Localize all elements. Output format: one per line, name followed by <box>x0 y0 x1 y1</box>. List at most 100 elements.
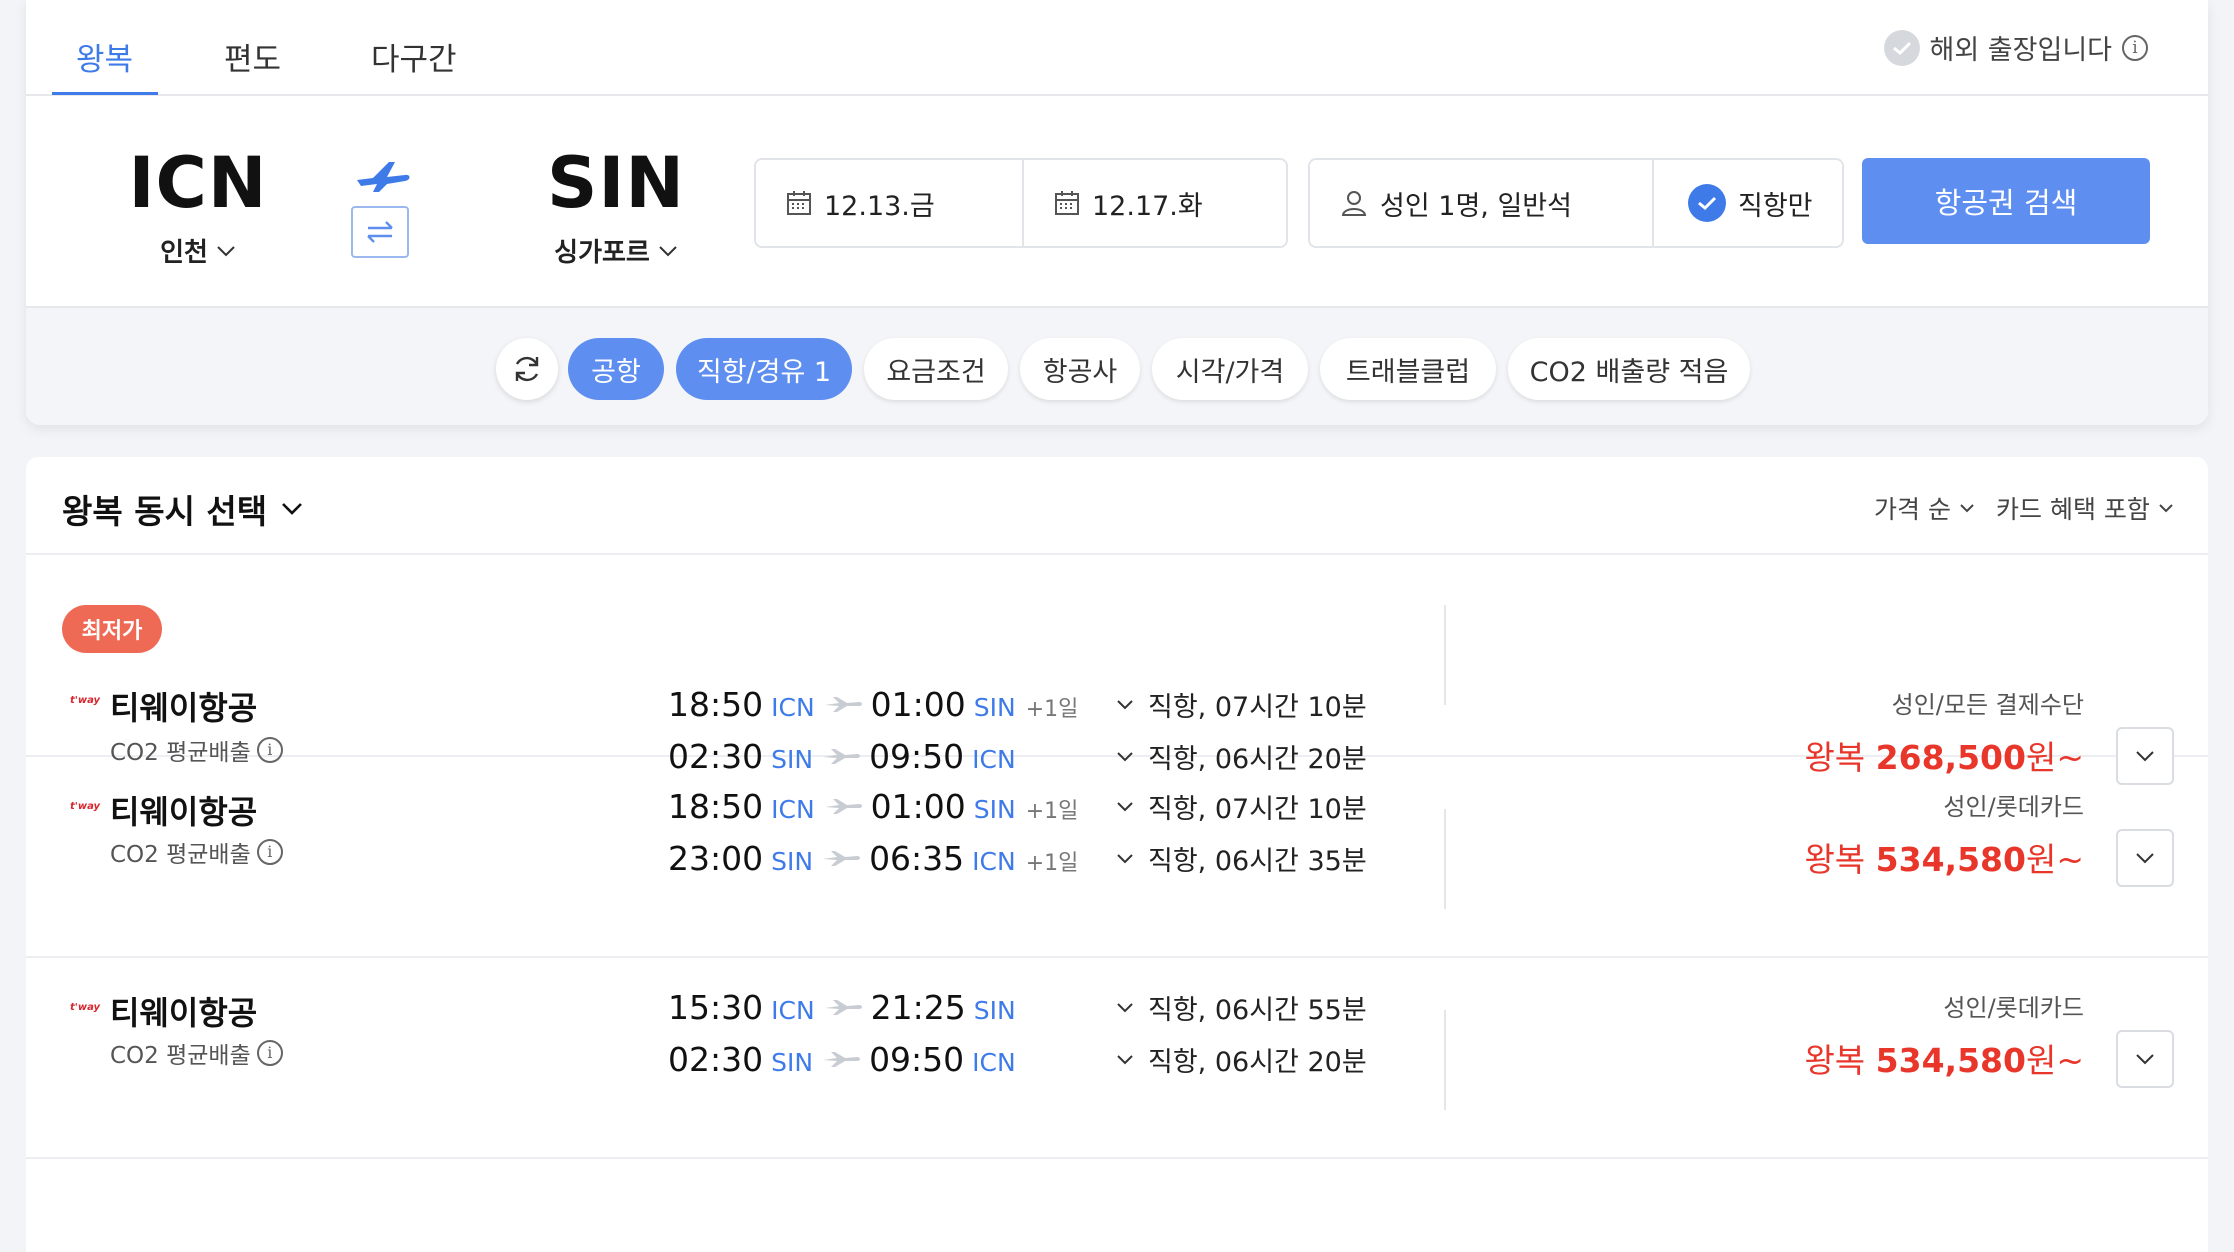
swap-route-button[interactable] <box>351 206 409 258</box>
expand-button[interactable] <box>2116 1030 2174 1088</box>
chevron-down-icon <box>2159 504 2173 513</box>
arrival-time: 09:50 <box>869 1040 965 1079</box>
departure-time: 02:30 <box>668 1040 764 1079</box>
filter-chip-stops[interactable]: 직항/경유 1 <box>676 338 852 400</box>
co2-info[interactable]: CO2 평균배출 i <box>110 835 283 869</box>
flight-path-icon <box>821 847 861 871</box>
direct-only-label: 직항만 <box>1738 190 1813 222</box>
outbound-details-toggle[interactable]: 직항, 07시간 10분 <box>1116 685 1367 724</box>
direct-only-checkbox[interactable]: 직항만 <box>1654 160 1846 246</box>
price: 왕복 534,580원~ <box>1804 833 2084 881</box>
calendar-icon <box>1055 191 1079 215</box>
arrival-airport: SIN <box>973 996 1016 1025</box>
outbound-details-toggle[interactable]: 직항, 06시간 55분 <box>1116 988 1367 1027</box>
arrival-airport: ICN <box>972 847 1016 876</box>
airline-logo: t'way <box>70 801 101 812</box>
inbound-leg: 23:00 SIN 06:35 ICN +1일 <box>668 839 1078 878</box>
date-picker: 12.13.금 12.17.화 <box>754 158 1288 248</box>
outbound-leg: 18:50 ICN 01:00 SIN +1일 <box>668 787 1078 826</box>
arrival-time: 21:25 <box>870 988 966 1027</box>
inbound-duration: 직항, 06시간 20분 <box>1148 1047 1367 1078</box>
chevron-down-icon <box>2136 853 2154 864</box>
outbound-leg: 15:30 ICN 21:25 SIN <box>668 988 1026 1027</box>
airline-logo: t'way <box>70 1002 101 1013</box>
expand-button[interactable] <box>2116 829 2174 887</box>
price-prefix: 왕복 <box>1804 840 1866 879</box>
passenger-selector[interactable]: 성인 1명, 일반석 <box>1310 160 1652 246</box>
outbound-details-toggle[interactable]: 직항, 07시간 10분 <box>1116 787 1367 826</box>
price-prefix: 왕복 <box>1804 1041 1866 1080</box>
airplane-icon <box>353 158 413 198</box>
outbound-duration: 직항, 07시간 10분 <box>1148 692 1367 723</box>
person-icon <box>1341 191 1367 216</box>
calendar-icon <box>787 191 811 215</box>
destination-name: 싱가포르 <box>554 238 650 268</box>
chevron-down-icon <box>217 245 235 256</box>
selection-mode-dropdown[interactable]: 왕복 동시 선택 <box>62 485 303 533</box>
tab-multi-city[interactable]: 다구간 <box>371 34 457 79</box>
co2-info[interactable]: CO2 평균배출 i <box>110 1036 283 1070</box>
departure-airport: SIN <box>771 847 814 876</box>
results-title: 왕복 동시 선택 <box>62 492 268 531</box>
price-condition: 성인/모든 결제수단 <box>1891 691 2084 719</box>
tab-round-trip[interactable]: 왕복 <box>76 34 133 79</box>
airline-name: 티웨이항공 <box>110 793 258 831</box>
arrival-time: 01:00 <box>870 787 966 826</box>
price: 왕복 534,580원~ <box>1804 1034 2084 1082</box>
departure-airport: SIN <box>771 1048 814 1077</box>
flight-result-row[interactable]: t'way 티웨이항공 CO2 평균배출 i 18:50 ICN 01:00 S… <box>26 759 2208 958</box>
destination-selector[interactable]: SIN 싱가포르 <box>516 142 716 269</box>
price-amount: 534,580 <box>1875 1041 2026 1080</box>
card-benefit-label: 카드 혜택 포함 <box>1996 495 2150 524</box>
passenger-box: 성인 1명, 일반석 직항만 <box>1308 158 1844 248</box>
info-icon[interactable]: i <box>2122 34 2148 61</box>
inbound-duration: 직항, 06시간 35분 <box>1148 846 1367 877</box>
tab-one-way[interactable]: 편도 <box>224 34 281 79</box>
depart-date-field[interactable]: 12.13.금 <box>756 160 1022 246</box>
outbound-leg: 18:50 ICN 01:00 SIN +1일 <box>668 685 1078 724</box>
flight-path-icon <box>823 693 863 717</box>
co2-label: CO2 평균배출 <box>110 842 251 868</box>
reset-filters-button[interactable] <box>496 338 558 400</box>
departure-time: 18:50 <box>668 685 764 724</box>
flight-result-row[interactable]: t'way 티웨이항공 CO2 평균배출 i 15:30 ICN 21:25 S… <box>26 960 2208 1159</box>
sort-dropdown[interactable]: 가격 순 <box>1874 490 1975 526</box>
overseas-business-toggle[interactable]: 해외 출장입니다 i <box>1883 28 2148 67</box>
return-date-field[interactable]: 12.17.화 <box>1024 160 1290 246</box>
sort-label: 가격 순 <box>1874 495 1951 524</box>
price-condition: 성인/롯데카드 <box>1943 994 2084 1022</box>
divider <box>1444 809 1446 909</box>
filter-chip-time-price[interactable]: 시각/가격 <box>1152 338 1308 400</box>
departure-airport: ICN <box>771 795 815 824</box>
co2-label: CO2 평균배출 <box>110 1043 251 1069</box>
airline-name: 티웨이항공 <box>110 689 258 727</box>
filter-chip-airline[interactable]: 항공사 <box>1020 338 1140 400</box>
card-benefit-dropdown[interactable]: 카드 혜택 포함 <box>1996 490 2174 526</box>
chevron-down-icon <box>1117 1003 1133 1013</box>
origin-selector[interactable]: ICN 인천 <box>108 142 288 269</box>
active-tab-indicator <box>52 92 158 95</box>
filter-chip-airport[interactable]: 공항 <box>568 338 664 400</box>
chevron-down-icon <box>1960 504 1974 513</box>
trip-type-tabs: 왕복 편도 다구간 해외 출장입니다 i <box>26 0 2208 96</box>
origin-name: 인천 <box>160 238 208 268</box>
search-flights-button[interactable]: 항공권 검색 <box>1862 158 2150 244</box>
chevron-down-icon <box>282 503 303 515</box>
lowest-price-badge: 최저가 <box>62 605 162 653</box>
info-icon: i <box>256 839 283 865</box>
inbound-details-toggle[interactable]: 직항, 06시간 35분 <box>1116 839 1367 878</box>
inbound-details-toggle[interactable]: 직항, 06시간 20분 <box>1116 1040 1367 1079</box>
flight-result-row[interactable]: 최저가 t'way 티웨이항공 CO2 평균배출 i 18:50 ICN 01:… <box>26 557 2208 785</box>
divider <box>1444 1010 1446 1110</box>
depart-date-value: 12.13.금 <box>824 190 935 222</box>
filter-chip-travel-club[interactable]: 트래블클럽 <box>1320 338 1496 400</box>
check-icon <box>1883 29 1920 66</box>
outbound-duration: 직항, 07시간 10분 <box>1148 794 1367 825</box>
filter-chip-low-co2[interactable]: CO2 배출량 적음 <box>1508 338 1750 400</box>
return-date-value: 12.17.화 <box>1092 190 1203 222</box>
filter-chip-fare[interactable]: 요금조건 <box>864 338 1008 400</box>
departure-time: 15:30 <box>668 988 764 1027</box>
chevron-down-icon <box>1117 802 1133 812</box>
next-day-indicator: +1일 <box>1025 851 1079 876</box>
outbound-duration: 직항, 06시간 55분 <box>1148 995 1367 1026</box>
